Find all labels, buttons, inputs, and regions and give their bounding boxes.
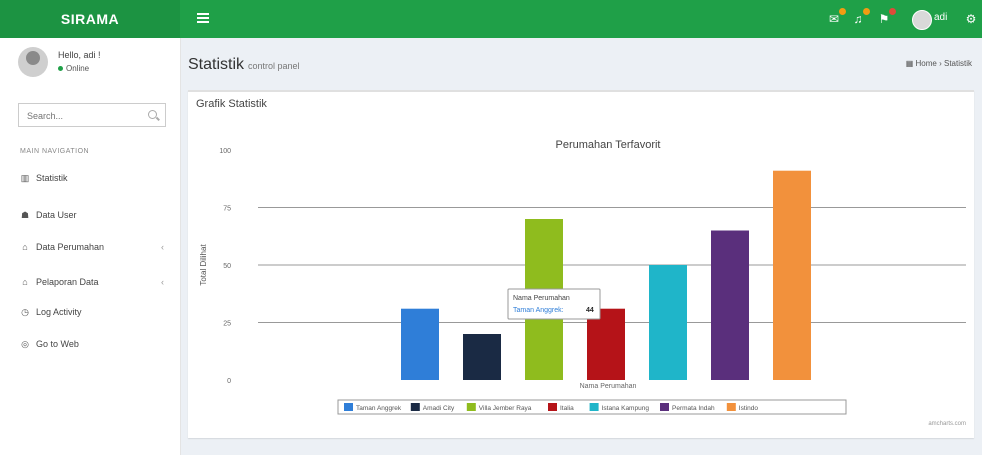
users-icon: ☗ [20, 210, 30, 220]
chart-credit: amcharts.com [928, 421, 966, 427]
search-input[interactable] [25, 105, 147, 127]
sidebar-item-label: Pelaporan Data [36, 277, 99, 287]
y-tick-label: 50 [223, 263, 231, 270]
search-icon[interactable] [148, 110, 157, 119]
user-name: Hello, adi ! [58, 50, 101, 60]
user-avatar[interactable] [912, 10, 932, 30]
y-tick-label: 100 [219, 148, 231, 155]
breadcrumb-home[interactable]: Home [916, 59, 937, 68]
y-axis-label: Total Dilihat [199, 244, 208, 286]
chart-title: Perumahan Terfavorit [556, 139, 661, 151]
page-title-text: Statistik [188, 56, 245, 73]
sidebar-item-go-to-web[interactable]: ◎ Go to Web [20, 334, 170, 354]
chart-tooltip [507, 288, 601, 320]
tooltip-title: Nama Perumahan [513, 295, 570, 302]
page-subtitle: control panel [248, 61, 300, 71]
settings-icon[interactable]: ⚙ [964, 12, 978, 26]
sidebar-item-label: Data User [36, 210, 77, 220]
sidebar-item-label: Statistik [36, 173, 68, 183]
sidebar-search [18, 103, 166, 127]
x-axis-label: Nama Perumahan [580, 383, 637, 390]
avatar [18, 47, 48, 77]
bar-istindo [773, 170, 811, 380]
home-icon: ⌂ [22, 277, 28, 287]
sidebar-item-data-user[interactable]: ☗ Data User [20, 205, 170, 225]
bar-istana-kampung [649, 265, 687, 380]
online-dot-icon [58, 66, 63, 72]
legend-swatch [660, 403, 669, 411]
legend-item: Permata Indah [672, 405, 715, 412]
bar-permata-indah [711, 230, 749, 380]
dashboard-icon: ▦ [905, 59, 914, 68]
sidebar-toggle-icon[interactable] [197, 13, 209, 23]
legend-item: Villa Jember Raya [479, 405, 532, 412]
user-status: Online [58, 64, 89, 73]
main-content: Statistik control panel ▦ Home › Statisti… [180, 38, 982, 455]
envelope-icon[interactable]: ✉ [827, 8, 846, 26]
user-panel: Hello, adi ! Online [0, 38, 180, 88]
sidebar-item-label: Data Perumahan [36, 242, 105, 252]
sidebar-item-statistik[interactable]: ▥ Statistik [20, 168, 170, 188]
tooltip-value: 44 [586, 307, 594, 314]
top-navbar: SIRAMA ✉ ♫ ⚑ adi ⚙ [0, 0, 982, 38]
flag-icon[interactable]: ⚑ [877, 8, 896, 26]
tooltip-series: Taman Anggrek: [513, 307, 564, 314]
breadcrumb: ▦ Home › Statistik [906, 59, 972, 68]
chevron-left-icon: ‹ [161, 242, 164, 252]
sidebar-item-data-perumahan[interactable]: ⌂ Data Perumahan ‹ [20, 237, 170, 257]
user-menu-label[interactable]: adi [934, 12, 947, 23]
nav-header: MAIN NAVIGATION [20, 148, 90, 155]
chart-box: Grafik Statistik Perumahan Terfavorit 0 25… [188, 90, 974, 438]
breadcrumb-current: Statistik [943, 59, 972, 68]
legend-item: Italia [560, 405, 574, 412]
sidebar-item-pelaporan-data[interactable]: ⌂ Pelaporan Data ‹ [20, 272, 170, 292]
sidebar-item-log-activity[interactable]: ◷ Log Activity [20, 302, 170, 322]
chart-icon: ▥ [20, 173, 30, 183]
legend-swatch [548, 403, 557, 411]
y-tick-label: 0 [227, 378, 231, 385]
bar-taman-anggrek [401, 308, 439, 380]
legend-item: Taman Anggrek [356, 405, 402, 412]
legend-item: Istana Kampung [602, 405, 650, 412]
bar-amadi-city [463, 334, 501, 380]
sidebar: Hello, adi ! Online MAIN NAVIGATION ▥ Sta… [0, 38, 181, 455]
legend-swatch [726, 403, 736, 411]
page-title: Statistik control panel [188, 56, 300, 74]
legend-swatch [344, 403, 353, 411]
sidebar-item-label: Go to Web [36, 339, 79, 349]
chevron-left-icon: ‹ [161, 277, 164, 287]
clock-icon: ◷ [21, 307, 29, 317]
bar-chart: Perumahan Terfavorit 0 25 50 75 100 Total Dili… [199, 139, 966, 415]
bell-icon[interactable]: ♫ [851, 8, 870, 26]
y-tick-label: 75 [223, 206, 231, 213]
globe-icon: ◎ [21, 339, 29, 349]
brand-logo[interactable]: SIRAMA [0, 0, 180, 38]
sidebar-item-label: Log Activity [36, 307, 82, 317]
legend-swatch [410, 403, 420, 411]
legend-swatch [589, 403, 599, 411]
legend-swatch [466, 403, 476, 411]
legend-item: Istindo [739, 405, 759, 412]
y-tick-label: 25 [223, 321, 231, 328]
legend-item: Amadi City [423, 405, 455, 412]
breadcrumb-separator: › [939, 59, 942, 68]
home-icon: ⌂ [22, 242, 28, 252]
status-label: Online [66, 64, 90, 73]
